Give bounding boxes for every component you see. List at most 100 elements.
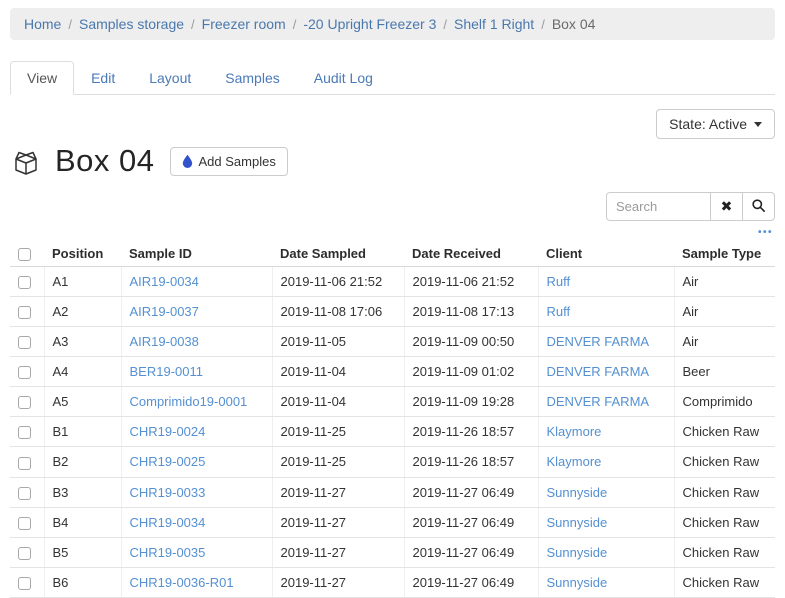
sample-id-link[interactable]: BER19-0011 [130,364,203,379]
client-link[interactable]: Sunnyside [547,485,608,500]
date-received-cell: 2019-11-26 18:57 [404,417,538,447]
date-received-cell: 2019-11-09 19:28 [404,387,538,417]
sample-id-cell: BER19-0011 [121,357,272,387]
date-sampled-cell: 2019-11-27 [272,537,404,567]
sample-type-cell: Chicken Raw [674,477,775,507]
row-checkbox[interactable] [18,457,31,470]
client-link[interactable]: Sunnyside [547,545,608,560]
search-button[interactable] [742,192,775,221]
client-cell: DENVER FARMA [538,387,674,417]
position-cell: B2 [44,447,121,477]
row-checkbox[interactable] [18,577,31,590]
date-sampled-cell: 2019-11-25 [272,417,404,447]
client-link[interactable]: Klaymore [547,454,602,469]
date-sampled-cell: 2019-11-27 [272,567,404,597]
row-checkbox[interactable] [18,366,31,379]
sample-id-cell: AIR19-0034 [121,267,272,297]
sample-id-link[interactable]: Comprimido19-0001 [130,394,248,409]
sample-id-cell: AIR19-0037 [121,297,272,327]
client-cell: DENVER FARMA [538,357,674,387]
row-checkbox[interactable] [18,426,31,439]
table-row: A5 Comprimido19-0001 2019-11-04 2019-11-… [10,387,775,417]
client-cell: Sunnyside [538,567,674,597]
column-toggle-row: ••• [10,229,773,237]
sample-id-cell: CHR19-0035 [121,537,272,567]
client-link[interactable]: Sunnyside [547,515,608,530]
position-cell: A2 [44,297,121,327]
client-cell: Sunnyside [538,507,674,537]
state-filter-button[interactable]: State: Active [656,109,775,139]
add-samples-button[interactable]: Add Samples [170,147,288,176]
breadcrumb-link-freezer-room[interactable]: Freezer room [202,16,286,32]
tab-samples[interactable]: Samples [208,61,296,95]
search-icon [751,198,766,216]
tab-edit[interactable]: Edit [74,61,132,95]
date-received-cell: 2019-11-08 17:13 [404,297,538,327]
sample-id-link[interactable]: AIR19-0038 [130,334,199,349]
sample-id-link[interactable]: AIR19-0034 [130,274,199,289]
tab-audit-log[interactable]: Audit Log [297,61,390,95]
clear-search-button[interactable]: ✖ [710,192,743,221]
search-input[interactable] [606,192,711,221]
client-link[interactable]: Sunnyside [547,575,608,590]
sample-id-link[interactable]: CHR19-0025 [130,454,206,469]
column-header-sample-id: Sample ID [121,241,272,267]
row-checkbox[interactable] [18,396,31,409]
row-checkbox[interactable] [18,487,31,500]
breadcrumb-separator: / [184,17,202,32]
tab-view[interactable]: View [10,61,74,95]
client-cell: DENVER FARMA [538,327,674,357]
position-cell: B1 [44,417,121,447]
breadcrumb-link-home[interactable]: Home [24,16,61,32]
date-sampled-cell: 2019-11-25 [272,447,404,477]
client-link[interactable]: DENVER FARMA [547,364,650,379]
sample-id-link[interactable]: CHR19-0033 [130,485,206,500]
sample-id-link[interactable]: AIR19-0037 [130,304,199,319]
position-cell: B5 [44,537,121,567]
row-checkbox[interactable] [18,276,31,289]
breadcrumb-link-samples-storage[interactable]: Samples storage [79,16,184,32]
sample-type-cell: Chicken Raw [674,417,775,447]
breadcrumb-separator: / [61,17,79,32]
date-received-cell: 2019-11-27 06:49 [404,477,538,507]
search-group: ✖ [606,192,775,221]
breadcrumb-link-shelf[interactable]: Shelf 1 Right [454,16,534,32]
date-sampled-cell: 2019-11-08 17:06 [272,297,404,327]
client-link[interactable]: Ruff [547,304,571,319]
state-filter-row: State: Active [10,109,775,139]
sample-id-link[interactable]: CHR19-0034 [130,515,206,530]
position-cell: A4 [44,357,121,387]
ellipsis-icon[interactable]: ••• [758,229,773,237]
sample-type-cell: Comprimido [674,387,775,417]
sample-id-link[interactable]: CHR19-0024 [130,424,206,439]
client-cell: Ruff [538,267,674,297]
client-link[interactable]: Klaymore [547,424,602,439]
row-select-cell [10,447,44,477]
breadcrumb-link-upright-freezer[interactable]: -20 Upright Freezer 3 [303,16,436,32]
breadcrumb-separator: / [534,17,552,32]
breadcrumb-current: Box 04 [552,16,596,32]
client-link[interactable]: DENVER FARMA [547,394,650,409]
select-all-checkbox[interactable] [18,248,31,261]
row-select-cell [10,327,44,357]
date-received-cell: 2019-11-06 21:52 [404,267,538,297]
page-title: Box 04 [55,143,155,179]
client-cell: Klaymore [538,447,674,477]
sample-id-cell: CHR19-0034 [121,507,272,537]
table-row: B4 CHR19-0034 2019-11-27 2019-11-27 06:4… [10,507,775,537]
row-checkbox[interactable] [18,306,31,319]
client-link[interactable]: DENVER FARMA [547,334,650,349]
table-row: A4 BER19-0011 2019-11-04 2019-11-09 01:0… [10,357,775,387]
client-link[interactable]: Ruff [547,274,571,289]
row-checkbox[interactable] [18,336,31,349]
search-row: ✖ [10,192,775,221]
row-checkbox[interactable] [18,517,31,530]
sample-id-link[interactable]: CHR19-0035 [130,545,206,560]
row-select-cell [10,417,44,447]
position-cell: A5 [44,387,121,417]
row-checkbox[interactable] [18,547,31,560]
sample-id-link[interactable]: CHR19-0036-R01 [130,575,234,590]
tab-layout[interactable]: Layout [132,61,208,95]
breadcrumb: Home / Samples storage / Freezer room / … [10,8,775,40]
column-header-date-sampled: Date Sampled [272,241,404,267]
